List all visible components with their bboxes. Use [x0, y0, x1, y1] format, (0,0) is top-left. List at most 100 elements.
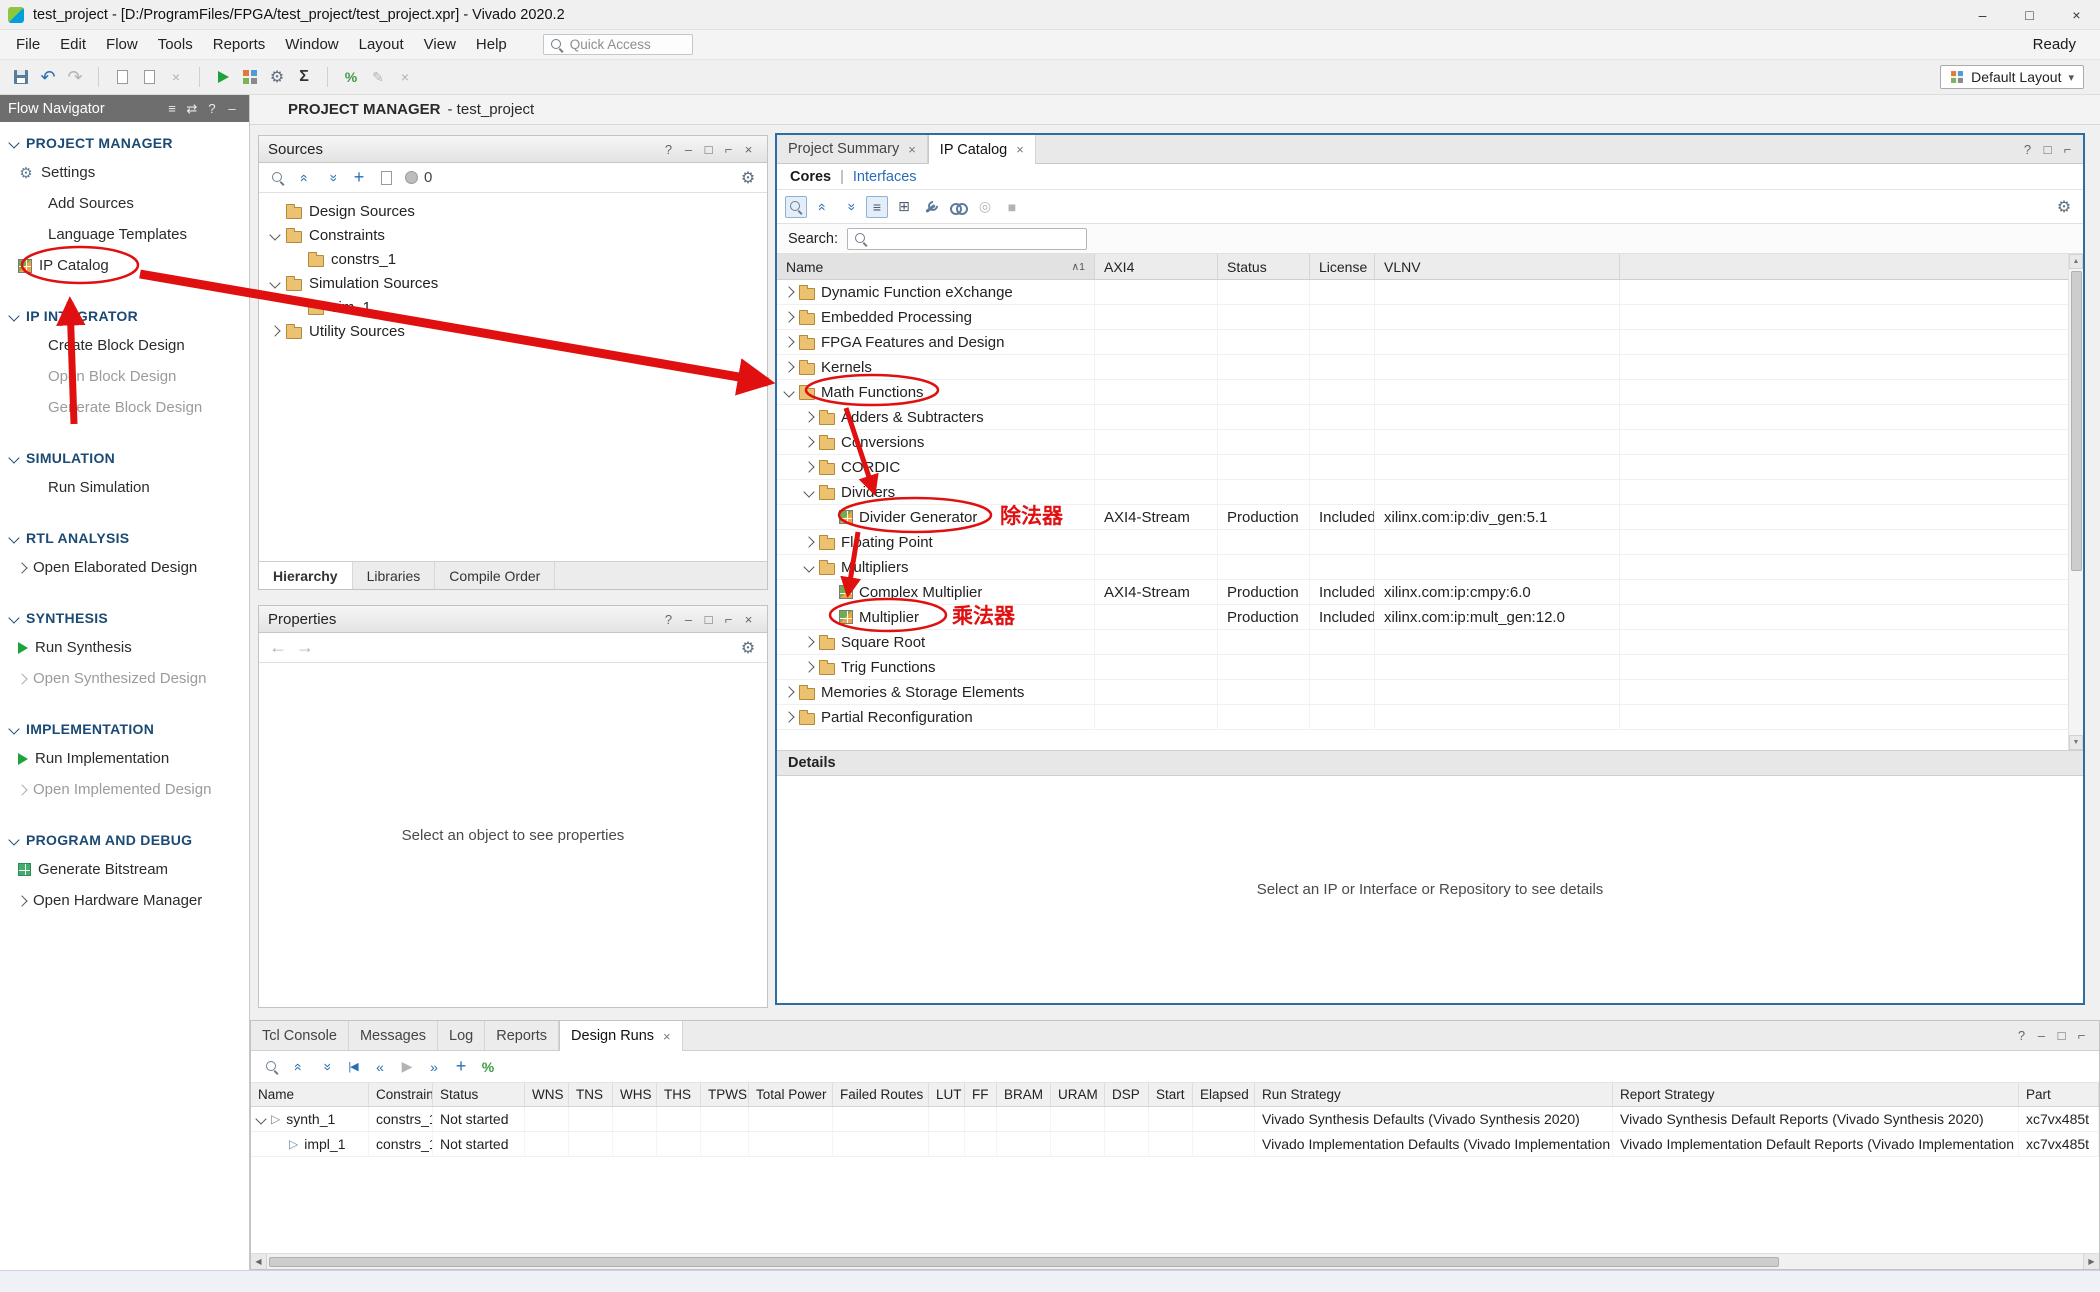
- tab-compile-order[interactable]: Compile Order: [435, 562, 555, 589]
- column-header-name[interactable]: Name: [251, 1083, 369, 1106]
- flow-item-run-simulation[interactable]: Run Simulation: [0, 472, 249, 503]
- menu-file[interactable]: File: [6, 31, 50, 58]
- design-run-row-impl-1[interactable]: ▷impl_1constrs_1Not startedVivado Implem…: [251, 1132, 2099, 1157]
- flow-section-header[interactable]: PROJECT MANAGER: [0, 128, 249, 157]
- menu-reports[interactable]: Reports: [203, 31, 276, 58]
- flow-section-header[interactable]: IMPLEMENTATION: [0, 714, 249, 743]
- dashboard-icon[interactable]: [239, 66, 261, 88]
- column-header-name[interactable]: Name∧1: [777, 254, 1095, 279]
- search-icon[interactable]: [785, 196, 807, 218]
- window-close-button[interactable]: ×: [2053, 0, 2100, 30]
- flow-section-header[interactable]: SYNTHESIS: [0, 603, 249, 632]
- chevron-right-icon[interactable]: [803, 536, 814, 547]
- flow-item-generate-bitstream[interactable]: Generate Bitstream: [0, 854, 249, 885]
- ip-row-multiplier[interactable]: MultiplierProductionIncludedxilinx.com:i…: [777, 605, 2083, 630]
- source-item-design-sources[interactable]: Design Sources: [259, 199, 767, 223]
- column-header-constraints[interactable]: Constraints: [369, 1083, 433, 1106]
- ip-row-dividers[interactable]: Dividers: [777, 480, 2083, 505]
- window-minimize-button[interactable]: –: [1959, 0, 2006, 30]
- design-run-row-synth-1[interactable]: ▷synth_1constrs_1Not startedVivado Synth…: [251, 1107, 2099, 1132]
- expand-all-icon[interactable]: «: [839, 196, 861, 218]
- float-icon[interactable]: ⌐: [719, 610, 738, 629]
- column-header-uram[interactable]: URAM: [1051, 1083, 1105, 1106]
- flow-item-create-block-design[interactable]: Create Block Design: [0, 330, 249, 361]
- ip-row-divider-generator[interactable]: Divider GeneratorAXI4-StreamProductionIn…: [777, 505, 2083, 530]
- copy-icon[interactable]: [375, 167, 397, 189]
- tab-libraries[interactable]: Libraries: [353, 562, 436, 589]
- chevron-right-icon[interactable]: [16, 673, 27, 684]
- column-header-dsp[interactable]: DSP: [1105, 1083, 1149, 1106]
- delete-icon[interactable]: ×: [165, 66, 187, 88]
- column-header-ff[interactable]: FF: [965, 1083, 997, 1106]
- gear-icon[interactable]: ⚙: [737, 637, 759, 659]
- quick-access-search[interactable]: Quick Access: [543, 34, 693, 55]
- minimize-icon[interactable]: –: [2032, 1026, 2051, 1045]
- chevron-right-icon[interactable]: [803, 661, 814, 672]
- collapse-all-icon[interactable]: «: [812, 196, 834, 218]
- expand-all-icon[interactable]: «: [315, 1056, 337, 1078]
- add-icon[interactable]: +: [450, 1056, 472, 1078]
- column-header-start[interactable]: Start: [1149, 1083, 1193, 1106]
- close-tab-icon[interactable]: ×: [1016, 142, 1024, 157]
- float-icon[interactable]: ⌐: [719, 140, 738, 159]
- column-header-ths[interactable]: THS: [657, 1083, 701, 1106]
- flow-item-settings[interactable]: ⚙Settings: [0, 157, 249, 188]
- ip-row-adders-subtracters[interactable]: Adders & Subtracters: [777, 405, 2083, 430]
- column-header-tpws[interactable]: TPWS: [701, 1083, 749, 1106]
- ip-row-kernels[interactable]: Kernels: [777, 355, 2083, 380]
- chevron-right-icon[interactable]: [783, 686, 794, 697]
- search-icon[interactable]: [267, 167, 289, 189]
- first-icon[interactable]: |◀: [342, 1056, 364, 1078]
- undo-icon[interactable]: ↶: [37, 66, 59, 88]
- flow-item-add-sources[interactable]: Add Sources: [0, 188, 249, 219]
- menu-icon[interactable]: ≡: [163, 98, 181, 120]
- help-icon[interactable]: ?: [659, 610, 678, 629]
- link-icon[interactable]: [947, 196, 969, 218]
- column-header-tns[interactable]: TNS: [569, 1083, 613, 1106]
- scrollbar-thumb[interactable]: [269, 1257, 1779, 1267]
- ip-row-math-functions[interactable]: Math Functions: [777, 380, 2083, 405]
- chevron-right-icon[interactable]: [269, 325, 280, 336]
- flow-item-open-synthesized-design[interactable]: Open Synthesized Design: [0, 663, 249, 694]
- chevron-right-icon[interactable]: [16, 562, 27, 573]
- chevron-right-icon[interactable]: [783, 286, 794, 297]
- help-icon[interactable]: ?: [203, 98, 221, 120]
- ip-row-square-root[interactable]: Square Root: [777, 630, 2083, 655]
- chevron-right-icon[interactable]: [783, 336, 794, 347]
- help-icon[interactable]: ?: [2018, 140, 2037, 159]
- help-icon[interactable]: ?: [2012, 1026, 2031, 1045]
- scrollbar-thumb[interactable]: [2071, 271, 2082, 571]
- menu-view[interactable]: View: [414, 31, 466, 58]
- tab-ip-catalog[interactable]: IP Catalog×: [928, 135, 1036, 164]
- column-header-failed-routes[interactable]: Failed Routes: [833, 1083, 929, 1106]
- ip-row-multipliers[interactable]: Multipliers: [777, 555, 2083, 580]
- column-header-lut[interactable]: LUT: [929, 1083, 965, 1106]
- copy-icon[interactable]: [111, 66, 133, 88]
- stop-icon[interactable]: ■: [1001, 196, 1023, 218]
- play-icon[interactable]: ▶: [396, 1056, 418, 1078]
- column-header-vlnv[interactable]: VLNV: [1375, 254, 1620, 279]
- ip-row-complex-multiplier[interactable]: Complex MultiplierAXI4-StreamProductionI…: [777, 580, 2083, 605]
- float-icon[interactable]: ⌐: [2072, 1026, 2091, 1045]
- run-icon[interactable]: [212, 66, 234, 88]
- tab-messages[interactable]: Messages: [349, 1021, 438, 1050]
- scroll-left-icon[interactable]: ◀: [251, 1254, 267, 1269]
- flow-item-open-block-design[interactable]: Open Block Design: [0, 361, 249, 392]
- chevron-down-icon[interactable]: [255, 1113, 266, 1124]
- chevron-right-icon[interactable]: [803, 436, 814, 447]
- edit-icon[interactable]: ✎: [367, 66, 389, 88]
- save-icon[interactable]: [10, 66, 32, 88]
- maximize-icon[interactable]: □: [2052, 1026, 2071, 1045]
- float-icon[interactable]: ⌐: [2058, 140, 2077, 159]
- gear-icon[interactable]: ⚙: [266, 66, 288, 88]
- ip-row-trig-functions[interactable]: Trig Functions: [777, 655, 2083, 680]
- source-item-constraints[interactable]: Constraints: [259, 223, 767, 247]
- gear-icon[interactable]: ⚙: [2053, 196, 2075, 218]
- tab-reports[interactable]: Reports: [485, 1021, 559, 1050]
- column-header-elapsed[interactable]: Elapsed: [1193, 1083, 1255, 1106]
- ip-row-partial-reconfiguration[interactable]: Partial Reconfiguration: [777, 705, 2083, 730]
- chevron-down-icon[interactable]: [803, 486, 814, 497]
- switch-icon[interactable]: ⇄: [183, 98, 201, 120]
- flow-item-generate-block-design[interactable]: Generate Block Design: [0, 392, 249, 423]
- column-header-total-power[interactable]: Total Power: [749, 1083, 833, 1106]
